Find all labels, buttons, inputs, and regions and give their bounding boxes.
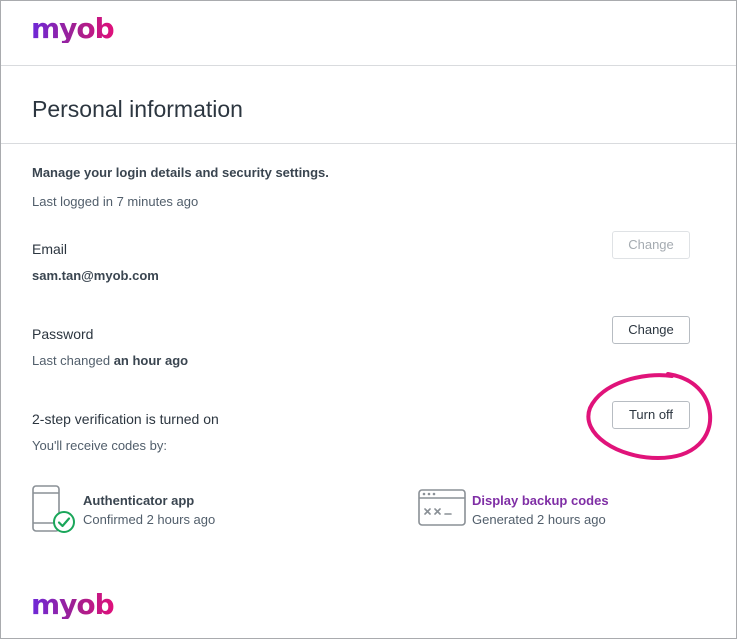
divider bbox=[1, 143, 736, 144]
change-password-button[interactable]: Change bbox=[612, 316, 690, 344]
backup-codes-subtitle: Generated 2 hours ago bbox=[472, 512, 606, 527]
two-step-status: 2-step verification is turned on bbox=[32, 411, 219, 427]
last-changed-value: an hour ago bbox=[113, 353, 189, 368]
change-email-button[interactable]: Change bbox=[612, 231, 690, 259]
password-last-changed: Last changed an hour ago bbox=[32, 353, 188, 368]
phone-check-icon bbox=[32, 485, 75, 533]
display-backup-codes-link[interactable]: Display backup codes bbox=[472, 493, 609, 508]
browser-code-icon bbox=[418, 489, 466, 526]
intro-heading: Manage your login details and security s… bbox=[32, 165, 329, 180]
app-window: myob Personal information Manage your lo… bbox=[0, 0, 737, 639]
myob-footer-logo: myob bbox=[31, 588, 115, 621]
myob-logo[interactable]: myob bbox=[31, 15, 115, 43]
receive-codes-text: You'll receive codes by: bbox=[32, 438, 167, 453]
password-label: Password bbox=[32, 326, 94, 342]
turn-off-button[interactable]: Turn off bbox=[612, 401, 690, 429]
email-label: Email bbox=[32, 241, 68, 257]
last-changed-prefix: Last changed bbox=[32, 353, 114, 368]
authenticator-app-title: Authenticator app bbox=[83, 493, 195, 508]
last-logged-text: Last logged in 7 minutes ago bbox=[32, 194, 199, 209]
page-title: Personal information bbox=[32, 96, 243, 122]
email-value: sam.tan@myob.com bbox=[32, 268, 159, 283]
top-header: myob bbox=[1, 1, 736, 66]
authenticator-app-subtitle: Confirmed 2 hours ago bbox=[83, 512, 216, 527]
